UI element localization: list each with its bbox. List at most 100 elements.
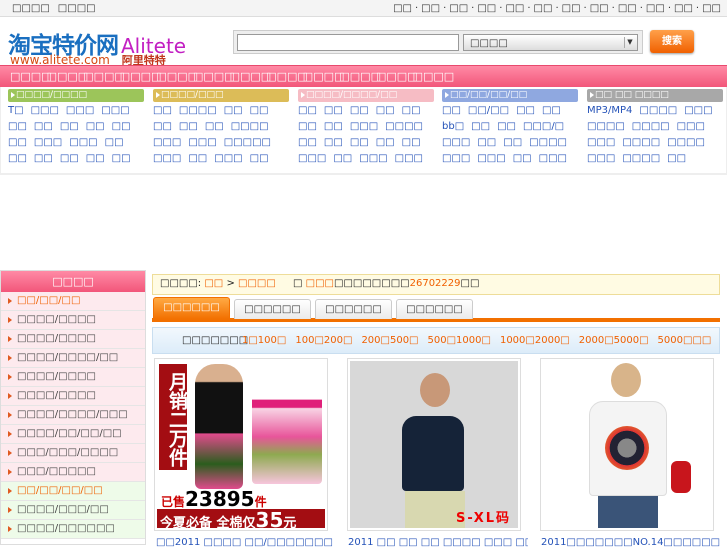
category-link[interactable]: □□□□ [231,121,269,132]
top-link[interactable]: □□ [702,3,721,14]
category-link[interactable]: □□□ [66,105,94,116]
category-link[interactable]: □□ [516,105,535,116]
nav-item[interactable]: □□□□ [47,70,89,83]
category-link[interactable]: □□□ [684,105,712,116]
category-link[interactable]: □□□ [442,137,470,148]
category-link[interactable]: □□ [8,137,27,148]
category-link[interactable]: □□□ [34,137,62,148]
category-link[interactable]: □□ [250,105,269,116]
nav-item[interactable]: □□□□ [266,70,308,83]
category-title[interactable]: □□/□□/□□/□□ [442,89,578,102]
category-link[interactable]: □□□□ [179,105,217,116]
category-link[interactable]: □□ [350,105,369,116]
sidebar-item[interactable]: □□□□/□□□□/□□□ [1,406,145,425]
category-link[interactable]: □□ [112,121,131,132]
category-link[interactable]: □□ [376,105,395,116]
category-link[interactable]: □□ [477,137,496,148]
category-link[interactable]: □□ [224,105,243,116]
category-link[interactable]: □□□□ [622,137,660,148]
product-caption[interactable]: 2011 □□ □□ □□ □□□□ □□□ □□t□ □□T□ [348,537,528,548]
category-link[interactable]: □□□ [359,153,387,164]
price-option[interactable]: 500□1000□ [428,335,491,346]
category-link[interactable]: □□ [153,105,172,116]
top-link[interactable]: □□ [477,3,496,14]
category-link[interactable]: T□ [8,105,24,116]
category-link[interactable]: □□ [513,153,532,164]
site-logo[interactable]: 淘宝特价网 Alitete www.alitete.com 阿里特特 [8,26,186,67]
category-link[interactable]: □□ [298,137,317,148]
price-option[interactable]: 2000□5000□ [579,335,649,346]
category-link[interactable]: □□□□ [632,121,670,132]
nav-item[interactable]: □□□□ [120,70,162,83]
category-link[interactable]: bb□ [442,121,464,132]
sidebar-item[interactable]: □□/□□/□□/□□ [1,482,145,501]
category-link[interactable]: □□□ [153,153,181,164]
sort-tab[interactable]: □□□□□□ [396,299,473,319]
sort-tab[interactable]: □□□□□□ [153,297,230,319]
category-link[interactable]: □□□ [101,105,129,116]
category-link[interactable]: □□□ [395,153,423,164]
category-link[interactable]: □□/□□ [468,105,509,116]
category-title[interactable]: □□□□/□□□ [153,89,289,102]
category-link[interactable]: □□ [8,153,27,164]
category-link[interactable]: □□□□ [622,153,660,164]
category-link[interactable]: □□ [60,153,79,164]
category-link[interactable]: □□ [324,105,343,116]
category-link[interactable]: □□ [112,153,131,164]
top-link[interactable]: □□ [646,3,665,14]
category-link[interactable]: □□ [376,137,395,148]
category-link[interactable]: □□□ [350,121,378,132]
category-link[interactable]: □□ [188,153,207,164]
category-link[interactable]: □□ [298,105,317,116]
category-link[interactable]: □□□/□ [523,121,564,132]
sidebar-item[interactable]: □□□□/□□□/□□ [1,501,145,520]
breadcrumb-current[interactable]: □□□□ [238,278,276,289]
category-link[interactable]: MP3/MP4 [587,105,632,116]
sidebar-item[interactable]: □□□□/□□□□ [1,311,145,330]
category-link[interactable]: □□ [350,137,369,148]
category-link[interactable]: □□ [667,153,686,164]
category-link[interactable]: □□□ [677,121,705,132]
sidebar-item[interactable]: □□/□□/□□ [1,292,145,311]
nav-item[interactable]: □□□□ [83,70,125,83]
top-link[interactable]: □□ [562,3,581,14]
category-link[interactable]: □□ [497,121,516,132]
category-link[interactable]: □□ [86,121,105,132]
category-link[interactable]: □□ [542,105,561,116]
product-caption[interactable]: 2011□□□□□□□NO.14□□□□□□□□T [541,537,721,548]
search-button[interactable]: 搜索 [650,30,694,53]
category-link[interactable]: □□□□ [587,121,625,132]
product-caption[interactable]: □□2011 □□□□ □□/□□□□□□□ □□□□□ □□□□ [156,537,336,548]
nav-item[interactable]: □□□□ [413,70,455,83]
top-link[interactable]: □□ [674,3,693,14]
category-link[interactable]: □□ [60,121,79,132]
sidebar-item[interactable]: □□□□/□□□□ [1,387,145,406]
top-link[interactable]: □□ [590,3,609,14]
search-input[interactable] [237,34,459,51]
category-link[interactable]: □□ [179,121,198,132]
sidebar-item[interactable]: □□□□/□□□□/□□ [1,349,145,368]
category-link[interactable]: □□ [34,153,53,164]
category-link[interactable]: □□ [324,121,343,132]
top-link[interactable]: □□□□ [12,3,50,14]
top-link[interactable]: □□ [534,3,553,14]
category-link[interactable]: □□ [503,137,522,148]
category-link[interactable]: □□□ [477,153,505,164]
category-link[interactable]: □□□ [31,105,59,116]
category-link[interactable]: □□□□ [385,121,423,132]
sidebar-item[interactable]: □□□□/□□/□□/□□ [1,425,145,444]
sidebar-item[interactable]: □□□/□□□/□□□□ [1,444,145,463]
product-card[interactable]: S-XL码 [347,358,521,531]
sort-tab[interactable]: □□□□□□ [234,299,311,319]
top-link[interactable]: □□ [505,3,524,14]
search-category-select[interactable]: □□□□ ▼ [463,34,638,51]
nav-item[interactable]: □□□□ [303,70,345,83]
category-title[interactable]: □□□□/□□□□/□□ [298,89,434,102]
category-link[interactable]: □□ [153,121,172,132]
sidebar-item[interactable]: □□□□/□□□□ [1,330,145,349]
product-image[interactable]: 月销二万件 已售23895件 今夏必备 全棉仅35元 [157,361,325,528]
nav-item[interactable]: □□□□ [339,70,381,83]
category-link[interactable]: □□□ [298,153,326,164]
category-link[interactable]: □□ [8,121,27,132]
category-link[interactable]: □□ [442,105,461,116]
